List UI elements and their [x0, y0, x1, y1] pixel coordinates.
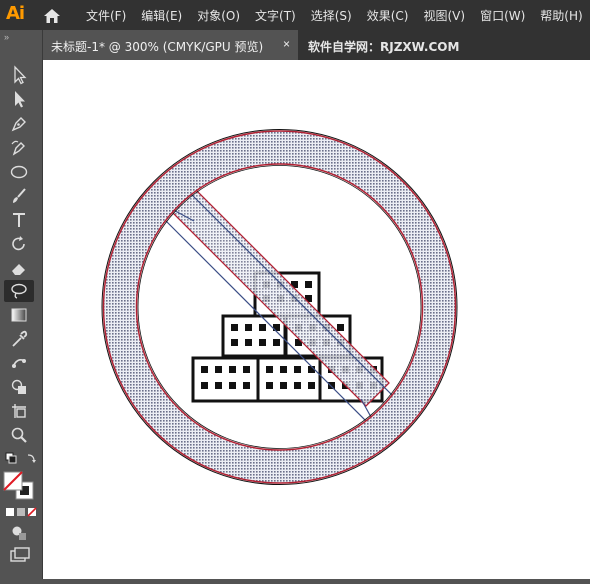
tab-watermark[interactable]: 软件自学网：RJZXW.COM [308, 38, 459, 55]
puppet-warp-tool[interactable] [4, 352, 34, 374]
menu-file[interactable]: 文件(F) [86, 7, 126, 24]
arrow-icon [14, 65, 27, 85]
direct-selection-tool[interactable] [4, 88, 34, 110]
prohibition-ring[interactable] [101, 129, 458, 485]
rotate-icon [12, 236, 25, 251]
menu-effect[interactable]: 效果(C) [367, 7, 409, 24]
zoom-icon [11, 427, 27, 443]
home-icon[interactable] [43, 8, 61, 24]
tab-title: 未标题-1* @ 300% (CMYK/GPU 预览) [51, 40, 264, 54]
app-logo: Ai [6, 3, 25, 24]
collapse-toggle[interactable]: » [4, 32, 9, 42]
ellipse-tool[interactable] [4, 161, 34, 183]
gradient-tool[interactable] [4, 304, 34, 326]
paintbrush-tool[interactable] [4, 185, 34, 207]
type-tool[interactable] [4, 209, 34, 231]
direct-arrow-icon [15, 91, 25, 108]
artwork [101, 129, 458, 485]
gradient-icon [11, 308, 27, 322]
menu-bar: Ai 文件(F) 编辑(E) 对象(O) 文字(T) 选择(S) 效果(C) 视… [0, 0, 590, 30]
pen-icon [11, 117, 26, 132]
menu-window[interactable]: 窗口(W) [480, 7, 525, 24]
rotate-tool[interactable] [4, 233, 34, 255]
swap-colors-icon[interactable] [4, 451, 40, 469]
tab-untitled-1[interactable]: 未标题-1* @ 300% (CMYK/GPU 预览) × [43, 30, 298, 60]
screen-mode-icon[interactable] [8, 547, 32, 563]
menu-help[interactable]: 帮助(H) [540, 7, 582, 24]
menu-type[interactable]: 文字(T) [255, 7, 296, 24]
eraser-icon [12, 264, 25, 275]
menu-object[interactable]: 对象(O) [197, 7, 240, 24]
selection-tool[interactable] [4, 64, 34, 86]
menu-edit[interactable]: 编辑(E) [141, 7, 182, 24]
menu-view[interactable]: 视图(V) [423, 7, 465, 24]
zoom-tool[interactable] [4, 424, 34, 446]
tab-close-button[interactable]: × [283, 37, 290, 51]
pen-tool[interactable] [4, 113, 34, 135]
artboard-icon [12, 404, 26, 418]
eyedropper-tool[interactable] [4, 328, 34, 350]
artboard-canvas[interactable] [43, 60, 590, 579]
fill-stroke-swatches[interactable] [2, 470, 38, 502]
ellipse-icon [10, 165, 28, 179]
eyedropper-icon [12, 330, 28, 347]
menu-select[interactable]: 选择(S) [311, 7, 352, 24]
type-icon [13, 213, 25, 227]
curvature-pen-icon [11, 140, 25, 156]
shape-builder-tool[interactable] [4, 376, 34, 398]
puppet-warp-icon [12, 359, 26, 368]
artboard-tool[interactable] [4, 400, 34, 422]
document-tab-bar: 未标题-1* @ 300% (CMYK/GPU 预览) × 软件自学网：RJZX… [43, 30, 590, 60]
lasso-tool[interactable] [4, 280, 34, 302]
color-mode-icons[interactable] [4, 506, 38, 518]
lasso-icon [11, 283, 27, 299]
paintbrush-icon [13, 188, 26, 203]
draw-mode-icon[interactable] [8, 524, 32, 542]
curvature-tool[interactable] [4, 137, 34, 159]
shape-builder-icon [11, 379, 26, 394]
tools-panel: » [0, 30, 43, 579]
eraser-tool[interactable] [4, 257, 34, 279]
main-menu: 文件(F) 编辑(E) 对象(O) 文字(T) 选择(S) 效果(C) 视图(V… [86, 0, 590, 30]
